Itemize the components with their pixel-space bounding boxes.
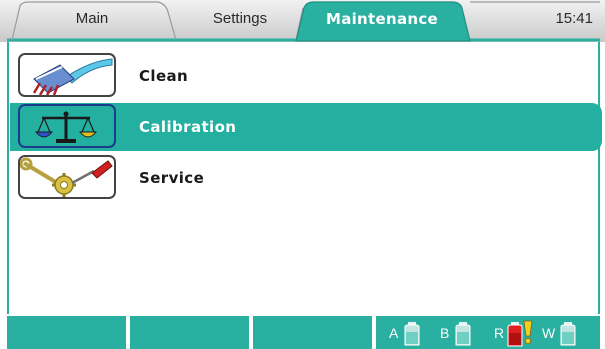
bottle-status-panel: A B R W [376,316,600,349]
bottle-a-letter: A [389,325,399,341]
menu-item-label: Clean [139,67,189,85]
bottle-w-letter: W [542,325,556,341]
menu-item-calibration[interactable]: Calibration [10,103,602,151]
softkey-2[interactable] [130,316,249,349]
bottle-b-icon [455,322,471,346]
scale-icon [18,104,116,148]
menu-item-label: Service [139,169,205,187]
bottle-b-letter: B [440,325,450,341]
softkey-1[interactable] [7,316,126,349]
bottle-r-warning-icon [507,320,533,347]
maintenance-screen: Main Settings Maintenance 15:41 Clean Ca… [0,0,605,349]
bottle-w-icon [560,322,576,346]
softkey-3[interactable] [253,316,372,349]
tab-maintenance[interactable]: Maintenance [312,9,452,29]
tools-icon [18,155,116,199]
bottle-a-icon [404,322,420,346]
menu-item-clean[interactable]: Clean [10,52,602,100]
clock: 15:41 [555,10,593,27]
tab-main[interactable]: Main [36,9,148,29]
menu-item-service[interactable]: Service [10,154,602,202]
tab-settings[interactable]: Settings [185,9,295,29]
menu-item-label: Calibration [139,118,237,136]
tab-bar: Main Settings Maintenance 15:41 [0,0,605,42]
brush-icon [18,53,116,97]
bottom-bar: A B R W [7,316,600,349]
bottle-r-letter: R [494,325,505,341]
